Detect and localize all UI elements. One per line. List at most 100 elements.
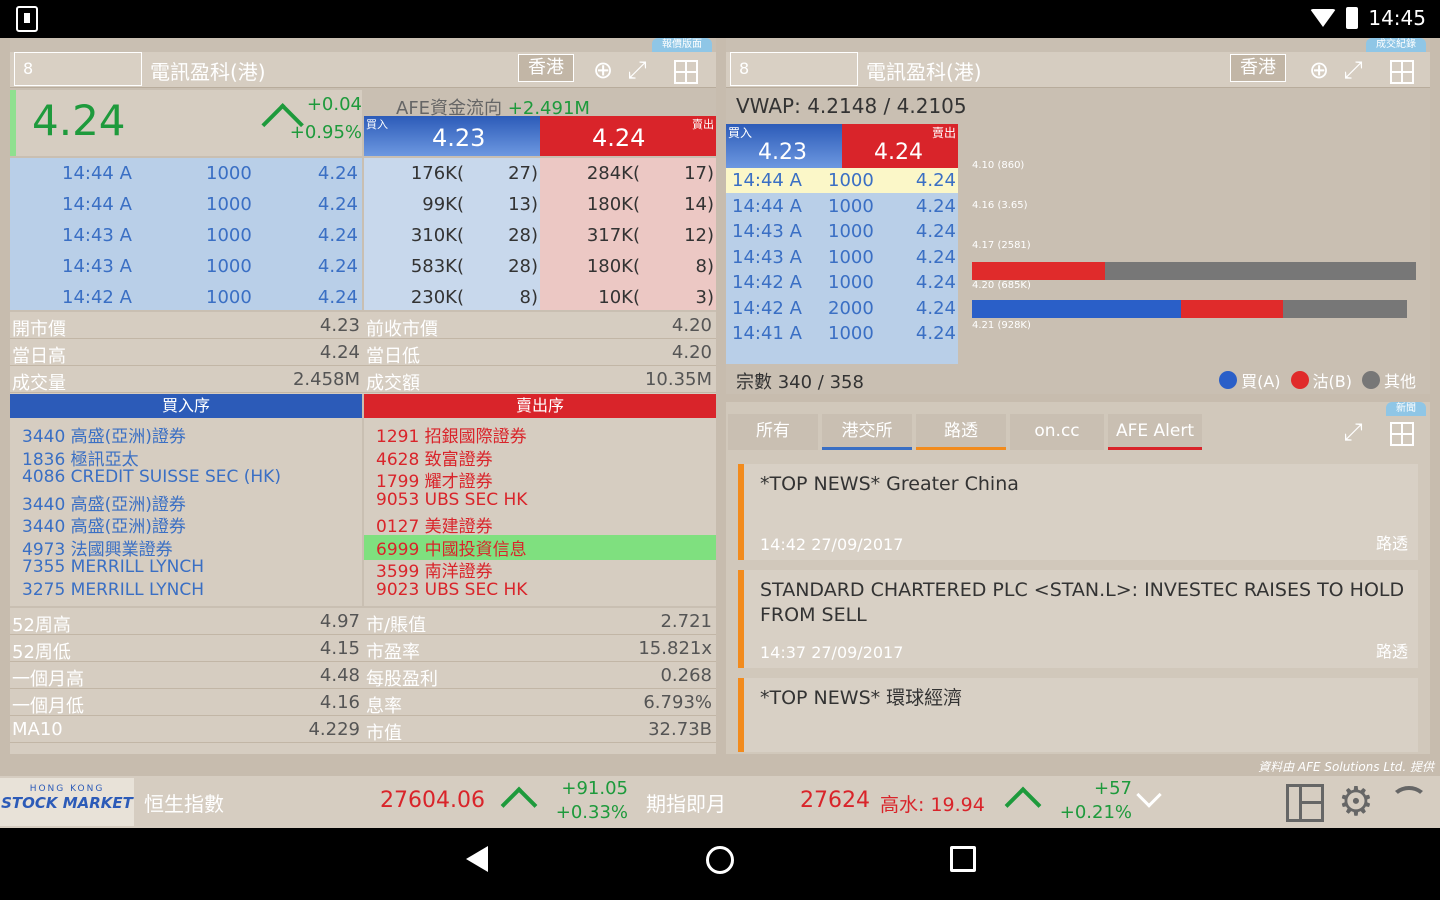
trade-time: 14:43 A: [732, 246, 802, 268]
list-item[interactable]: 0127 美建證券: [364, 512, 716, 537]
news-title: STANDARD CHARTERED PLC <STAN.L>: INVESTE…: [760, 579, 1405, 626]
news-tab-reuters[interactable]: 路透: [916, 414, 1006, 450]
quote-panel-tab[interactable]: 報價版面: [652, 38, 712, 52]
layout-grid-icon-2[interactable]: [1390, 60, 1414, 84]
connection-wifi-icon[interactable]: [1390, 786, 1428, 818]
wifi-icon: [1310, 9, 1337, 27]
queue-count: 28): [508, 225, 538, 246]
trade-record-tab[interactable]: 成交紀錄: [1366, 38, 1426, 52]
bar-buy: [972, 300, 1181, 318]
list-item[interactable]: 1836 極訊亞太: [22, 445, 139, 470]
trade-volume: 1000: [206, 163, 252, 184]
stock-name-2: 電訊盈科(港): [866, 60, 982, 84]
queue-qty: 317K(: [586, 225, 640, 246]
trade-volume: 2000: [828, 297, 874, 319]
stock-code-input-2[interactable]: 8: [730, 52, 858, 86]
queue-qty: 99K(: [422, 194, 464, 215]
futures-change: +57: [1094, 778, 1132, 799]
trade-time: 14:43 A: [732, 221, 802, 242]
list-item[interactable]: 7355 MERRILL LYNCH: [22, 557, 204, 577]
stat-value: 2.721: [660, 611, 712, 632]
list-item[interactable]: 9023 UBS SEC HK: [364, 580, 716, 600]
news-tab-hkex[interactable]: 港交所: [822, 414, 912, 450]
data-provider-note: 資料由 AFE Solutions Ltd. 提供: [1258, 760, 1434, 774]
layout-grid-icon[interactable]: [674, 60, 698, 84]
home-icon[interactable]: [706, 846, 734, 874]
table-row: 14:44 A 1000 4.24: [726, 168, 958, 193]
queue-qty: 180K(: [586, 194, 640, 215]
ask-price: 4.24: [592, 124, 646, 152]
news-panel-tab[interactable]: 新聞: [1386, 402, 1426, 416]
add-icon[interactable]: ⊕: [590, 58, 616, 84]
queue-count: 28): [508, 256, 538, 277]
price-change-pct: +0.95%: [289, 122, 362, 143]
recents-icon[interactable]: [950, 846, 976, 872]
stat-row: 一個月高 4.48 每股盈利 0.268: [10, 662, 716, 690]
bid-box[interactable]: 買入 4.23: [364, 116, 540, 156]
layout-grid-icon-3[interactable]: [1390, 422, 1414, 446]
bid-tag-2: 買入: [728, 126, 753, 140]
list-item[interactable]: 9053 UBS SEC HK: [364, 490, 716, 510]
list-item[interactable]: 1799 耀才證券: [364, 467, 716, 492]
market-button-2[interactable]: 香港: [1230, 54, 1286, 82]
list-item[interactable]: 4973 法國興業證券: [22, 535, 173, 560]
ask-box[interactable]: 賣出 4.24: [540, 116, 716, 156]
price-change: +0.04: [306, 94, 362, 115]
quote-header: 8 電訊盈科(港) 香港 ⊕ ⤢: [10, 52, 716, 88]
table-row: 14:43 A 1000 4.24: [726, 245, 958, 270]
news-tab-oncc[interactable]: on.cc: [1010, 414, 1104, 450]
list-item[interactable]: 3440 高盛(亞洲)證券: [22, 490, 186, 515]
list-item[interactable]: 4086 CREDIT SUISSE SEC (HK): [22, 467, 281, 487]
bar-label: 4.10 (860): [972, 160, 1025, 171]
last-price: 4.24: [32, 96, 126, 145]
bar-other: [1105, 262, 1416, 280]
chevron-down-icon[interactable]: [1136, 782, 1162, 808]
layout-icon[interactable]: [1286, 784, 1324, 822]
ask-queue-row: 284K(17): [540, 158, 716, 189]
stat-row: 一個月低 4.16 息率 6.793%: [10, 689, 716, 717]
stat-value: 2.458M: [292, 369, 360, 390]
stat-value: 0.268: [660, 665, 712, 686]
expand-icon[interactable]: ⤢: [624, 58, 650, 84]
table-row: 14:44 A 1000 4.24: [10, 189, 362, 220]
expand-icon-3[interactable]: ⤢: [1340, 420, 1366, 446]
stat-label: 開市價: [12, 319, 66, 340]
list-item[interactable]: 1291 招銀國際證券: [364, 422, 716, 447]
market-button[interactable]: 香港: [518, 54, 574, 82]
stat-row: 52周高 4.97 市/賬值 2.721: [10, 608, 716, 636]
stat-value: 32.73B: [648, 719, 712, 740]
bid-price: 4.23: [432, 124, 486, 152]
news-item[interactable]: *TOP NEWS* Greater China 14:42 27/09/201…: [738, 464, 1418, 560]
add-icon-2[interactable]: ⊕: [1306, 58, 1332, 84]
bid-box-2[interactable]: 買入 4.23: [726, 124, 842, 168]
bar-sell: [972, 262, 1106, 280]
app-logo[interactable]: HONG KONG STOCK MARKET: [0, 778, 134, 826]
stock-code-input[interactable]: 8: [14, 52, 142, 86]
list-item[interactable]: 3599 南洋證券: [364, 557, 716, 582]
table-row: 14:42 A 1000 4.24: [10, 282, 362, 313]
price-bar-1: [972, 262, 1416, 280]
stat-label: 前收市價: [366, 319, 438, 340]
news-item[interactable]: STANDARD CHARTERED PLC <STAN.L>: INVESTE…: [738, 570, 1418, 668]
ask-queue-row: 180K(14): [540, 189, 716, 220]
ask-box-2[interactable]: 賣出 4.24: [842, 124, 958, 168]
logo-line2: STOCK MARKET: [1, 794, 133, 812]
table-row: 14:44 A 1000 4.24: [726, 194, 958, 219]
news-tab-all[interactable]: 所有: [728, 414, 818, 450]
expand-icon-2[interactable]: ⤢: [1340, 58, 1366, 84]
list-item[interactable]: 4628 致富證券: [364, 445, 716, 470]
bid-queue-row: 583K(28): [364, 251, 540, 282]
bar-sell: [1180, 300, 1283, 318]
stat-row: 當日高 4.24 當日低 4.20: [10, 339, 716, 367]
list-item[interactable]: 3440 高盛(亞洲)證券: [22, 422, 186, 447]
news-tab-afe-alert[interactable]: AFE Alert: [1108, 414, 1202, 450]
list-item[interactable]: 3275 MERRILL LYNCH: [22, 580, 204, 600]
stat-row: 52周低 4.15 市盈率 15.821x: [10, 635, 716, 663]
list-item[interactable]: 3440 高盛(亞洲)證券: [22, 512, 186, 537]
news-item[interactable]: *TOP NEWS* 環球經濟: [738, 678, 1418, 752]
back-icon[interactable]: [466, 846, 488, 872]
trade-record-panel: 成交紀錄 8 電訊盈科(港) 香港 ⊕ ⤢ VWAP: 4.2148 / 4.2…: [726, 38, 1430, 394]
queue-count: 13): [508, 194, 538, 215]
list-item[interactable]: 6999 中國投資信息: [364, 534, 716, 560]
settings-gear-icon[interactable]: ⚙: [1338, 780, 1374, 824]
